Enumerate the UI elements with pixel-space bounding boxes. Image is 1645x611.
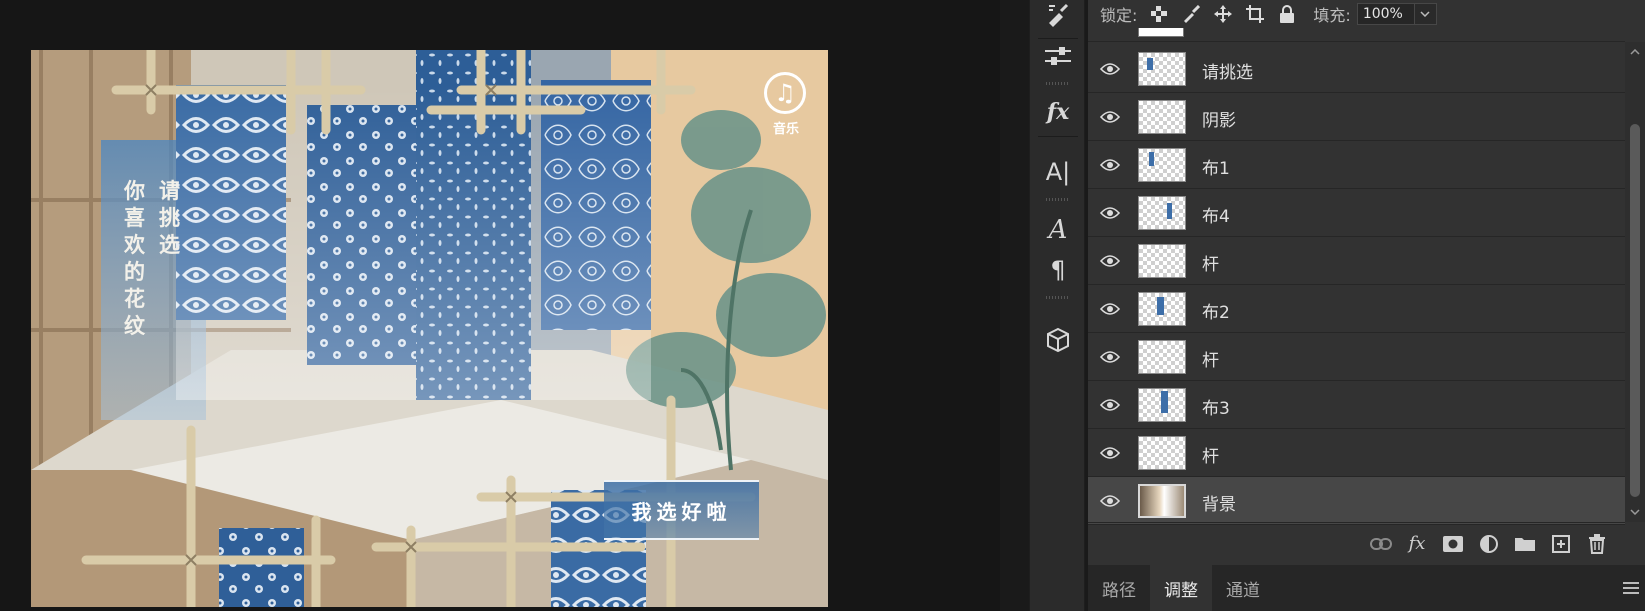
layers-scrollbar[interactable] [1625,42,1645,522]
visibility-eye-icon[interactable] [1100,445,1120,461]
lock-fill-row: 锁定: 填充: 100% [1088,0,1645,27]
layer-thumbnail [1138,244,1186,278]
bottom-panel-tabs: 路径 调整 通道 [1088,565,1645,611]
confirm-selection-button[interactable]: 我选好啦 [604,480,759,540]
music-button[interactable]: ♫ [764,72,806,114]
lock-transparency-icon[interactable] [1149,4,1169,24]
layer-thumbnail [1138,148,1186,182]
layer-row[interactable]: 布4 [1088,189,1625,237]
group-folder-icon[interactable] [1507,530,1543,558]
lock-all-padlock-icon[interactable] [1277,4,1297,24]
layer-name: 布2 [1202,303,1230,323]
fill-dropdown-button[interactable] [1414,2,1437,25]
layer-row[interactable]: 杆 [1088,429,1625,477]
brush-settings-icon[interactable] [1030,0,1086,38]
fx-icon[interactable]: fx [1399,530,1435,558]
visibility-eye-icon[interactable] [1100,205,1120,221]
layer-name: 杆 [1202,447,1219,467]
trash-icon[interactable] [1579,530,1615,558]
fill-opacity-input[interactable]: 100% [1356,2,1415,25]
visibility-eye-icon[interactable] [1100,253,1120,269]
layer-thumbnail [1138,100,1186,134]
layer-name: 背景 [1202,495,1236,515]
3d-cube-icon[interactable] [1030,318,1086,362]
layer-styles-fx-icon[interactable]: fx [1030,90,1086,134]
layer-row[interactable]: 杆 [1088,237,1625,285]
properties-sliders-icon[interactable] [1030,34,1086,78]
link-layers-icon[interactable] [1363,530,1399,558]
layer-row[interactable]: 布2 [1088,285,1625,333]
lock-position-move-icon[interactable] [1213,4,1233,24]
layer-thumbnail [1138,436,1186,470]
layer-row-selected[interactable]: 背景 [1088,477,1625,525]
partial-layer-thumbnail [1138,28,1184,37]
layer-thumbnail [1138,388,1186,422]
layers-footer-toolbar: fx [1088,522,1625,564]
layer-name: 阴影 [1202,111,1236,131]
visibility-eye-icon[interactable] [1100,397,1120,413]
tab-channels[interactable]: 通道 [1212,565,1274,611]
layer-name: 请挑选 [1202,63,1253,83]
vertical-text-left: 你喜欢的花纹 [124,179,146,338]
visibility-eye-icon[interactable] [1100,301,1120,317]
fill-label: 填充: [1313,5,1351,25]
visibility-eye-icon[interactable] [1100,109,1120,125]
layer-row[interactable]: 请挑选 [1088,45,1625,93]
visibility-eye-icon[interactable] [1100,493,1120,509]
lock-label: 锁定: [1100,5,1138,25]
layer-name: 布1 [1202,159,1230,179]
layer-row[interactable]: 阴影 [1088,93,1625,141]
vertical-text-right: 请挑选 [159,179,181,257]
layer-name: 布3 [1202,399,1230,419]
glyphs-icon[interactable]: A [1030,208,1086,252]
scroll-down-arrow-icon[interactable] [1625,502,1645,522]
visibility-eye-icon[interactable] [1100,349,1120,365]
layer-thumbnail [1138,484,1186,518]
adjustment-layer-icon[interactable] [1471,530,1507,558]
panel-toolbar: fx A| A ¶ [1029,0,1085,611]
document-canvas-area[interactable]: 你喜欢的花纹 请挑选 ♫ 音乐 我选好啦 [0,0,1000,611]
character-icon[interactable]: A| [1030,150,1086,194]
music-note-icon: ♫ [774,79,796,107]
layer-row[interactable]: 布1 [1088,141,1625,189]
layer-thumbnail [1138,52,1186,86]
layer-row[interactable]: 布3 [1088,381,1625,429]
layer-name: 杆 [1202,351,1219,371]
music-label: 音乐 [772,122,799,137]
paragraph-icon[interactable]: ¶ [1030,248,1086,292]
chevron-down-icon [1420,10,1430,17]
layers-panel: 锁定: 填充: 100% 请挑选 阴影 布1 布4 杆 布2 杆 布3 杆 背景… [1088,0,1645,611]
new-layer-icon[interactable] [1543,530,1579,558]
lock-pixels-brush-icon[interactable] [1181,4,1201,24]
tab-paths[interactable]: 路径 [1088,565,1150,611]
layer-name: 杆 [1202,255,1219,275]
tab-adjustments[interactable]: 调整 [1150,565,1212,611]
artboard-image[interactable]: 你喜欢的花纹 请挑选 ♫ 音乐 我选好啦 [31,50,828,607]
mask-icon[interactable] [1435,530,1471,558]
panel-menu-icon[interactable] [1623,581,1639,595]
lock-artboard-crop-icon[interactable] [1245,4,1265,24]
confirm-button-label: 我选好啦 [631,499,732,524]
scroll-thumb[interactable] [1630,124,1640,497]
layer-name: 布4 [1202,207,1230,227]
visibility-eye-icon[interactable] [1100,61,1120,77]
scroll-up-arrow-icon[interactable] [1625,42,1645,62]
layer-thumbnail [1138,340,1186,374]
visibility-eye-icon[interactable] [1100,157,1120,173]
layer-thumbnail [1138,196,1186,230]
layer-row[interactable]: 杆 [1088,333,1625,381]
layer-thumbnail [1138,292,1186,326]
